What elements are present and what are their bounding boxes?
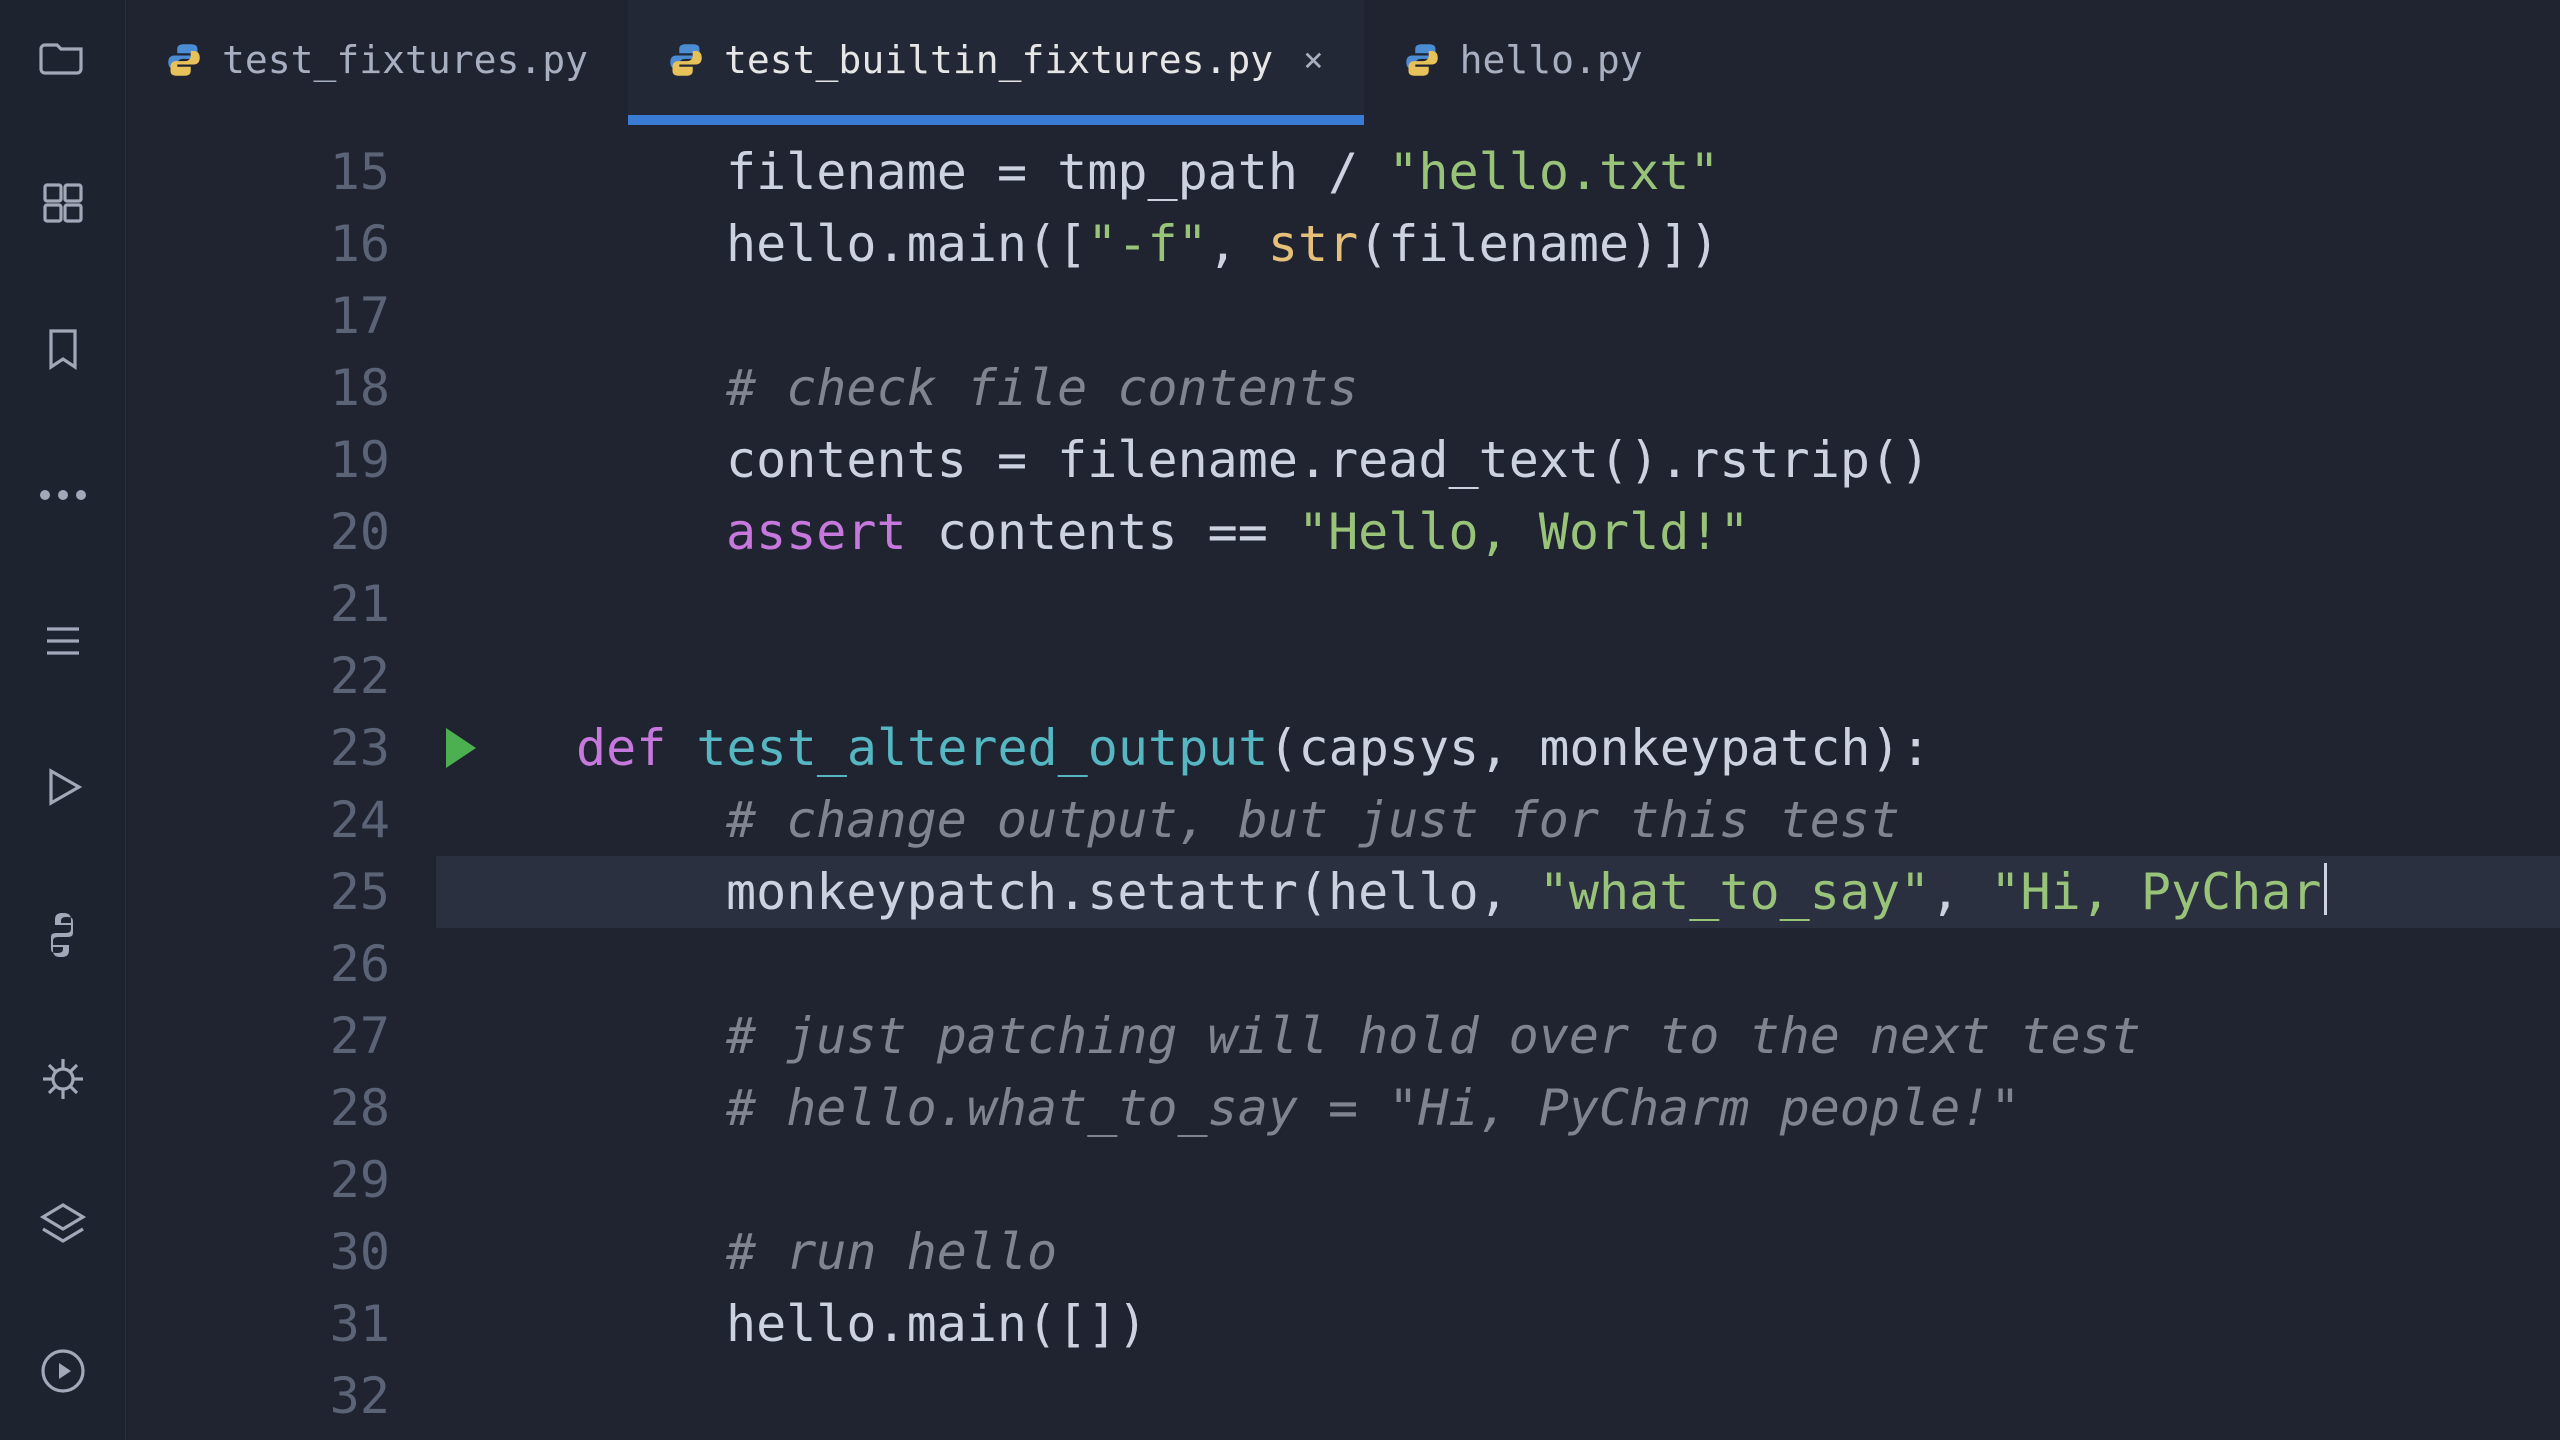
line-number: 17 — [126, 280, 436, 352]
code-line[interactable]: contents = filename.read_text().rstrip() — [576, 424, 2560, 496]
python-file-icon — [668, 42, 704, 78]
line-number: 25 — [126, 856, 436, 928]
layers-icon[interactable] — [34, 1196, 92, 1254]
code-content[interactable]: filename = tmp_path / "hello.txt"hello.m… — [436, 120, 2560, 1440]
code-line[interactable] — [576, 280, 2560, 352]
tab-label: hello.py — [1460, 38, 1643, 82]
tab-test-builtin-fixtures[interactable]: test_builtin_fixtures.py × — [628, 0, 1364, 120]
line-number: 22 — [126, 640, 436, 712]
code-line[interactable]: hello.main(["-f", str(filename)]) — [576, 208, 2560, 280]
line-number: 28 — [126, 1072, 436, 1144]
text-cursor — [2324, 863, 2327, 915]
folder-icon[interactable] — [34, 28, 92, 86]
activity-bar — [0, 0, 126, 1440]
tab-test-fixtures[interactable]: test_fixtures.py — [126, 0, 628, 120]
line-number: 26 — [126, 928, 436, 1000]
code-line[interactable]: # change output, but just for this test — [576, 784, 2560, 856]
line-number: 18 — [126, 352, 436, 424]
line-number: 16 — [126, 208, 436, 280]
code-editor[interactable]: 151617181920212223242526272829303132 fil… — [126, 120, 2560, 1440]
close-icon[interactable]: × — [1303, 40, 1323, 80]
line-number: 30 — [126, 1216, 436, 1288]
extensions-icon[interactable] — [34, 174, 92, 232]
line-number: 29 — [126, 1144, 436, 1216]
line-number: 24 — [126, 784, 436, 856]
code-line[interactable]: hello.main([]) — [576, 1288, 2560, 1360]
code-line[interactable] — [576, 928, 2560, 1000]
tab-label: test_fixtures.py — [222, 38, 588, 82]
python-file-icon — [1404, 42, 1440, 78]
code-line[interactable]: # check file contents — [576, 352, 2560, 424]
line-number: 32 — [126, 1360, 436, 1432]
run-icon[interactable] — [34, 758, 92, 816]
code-line[interactable]: # hello.what_to_say = "Hi, PyCharm peopl… — [576, 1072, 2560, 1144]
line-number-gutter: 151617181920212223242526272829303132 — [126, 120, 436, 1440]
python-icon[interactable] — [34, 904, 92, 962]
line-number: 21 — [126, 568, 436, 640]
terminal-icon[interactable] — [34, 1342, 92, 1400]
python-file-icon — [166, 42, 202, 78]
code-line[interactable]: def test_altered_output(capsys, monkeypa… — [576, 712, 2560, 784]
outline-icon[interactable] — [34, 612, 92, 670]
code-line[interactable]: filename = tmp_path / "hello.txt" — [576, 136, 2560, 208]
bookmark-icon[interactable] — [34, 320, 92, 378]
main-column: test_fixtures.py test_builtin_fixtures.p… — [126, 0, 2560, 1440]
code-line[interactable] — [576, 568, 2560, 640]
code-line[interactable]: # run hello — [576, 1216, 2560, 1288]
debug-icon[interactable] — [34, 1050, 92, 1108]
app-root: test_fixtures.py test_builtin_fixtures.p… — [0, 0, 2560, 1440]
tab-hello[interactable]: hello.py — [1364, 0, 1683, 120]
line-number: 19 — [126, 424, 436, 496]
line-number: 31 — [126, 1288, 436, 1360]
line-number: 23 — [126, 712, 436, 784]
code-line[interactable]: # just patching will hold over to the ne… — [576, 1000, 2560, 1072]
code-line[interactable] — [576, 640, 2560, 712]
more-icon[interactable] — [34, 466, 92, 524]
line-number: 20 — [126, 496, 436, 568]
code-line[interactable]: monkeypatch.setattr(hello, "what_to_say"… — [436, 856, 2560, 928]
line-number: 27 — [126, 1000, 436, 1072]
tab-bar: test_fixtures.py test_builtin_fixtures.p… — [126, 0, 2560, 120]
tab-label: test_builtin_fixtures.py — [724, 38, 1273, 82]
code-line[interactable] — [576, 1360, 2560, 1432]
code-line[interactable] — [576, 1144, 2560, 1216]
code-line[interactable]: assert contents == "Hello, World!" — [576, 496, 2560, 568]
line-number: 15 — [126, 136, 436, 208]
